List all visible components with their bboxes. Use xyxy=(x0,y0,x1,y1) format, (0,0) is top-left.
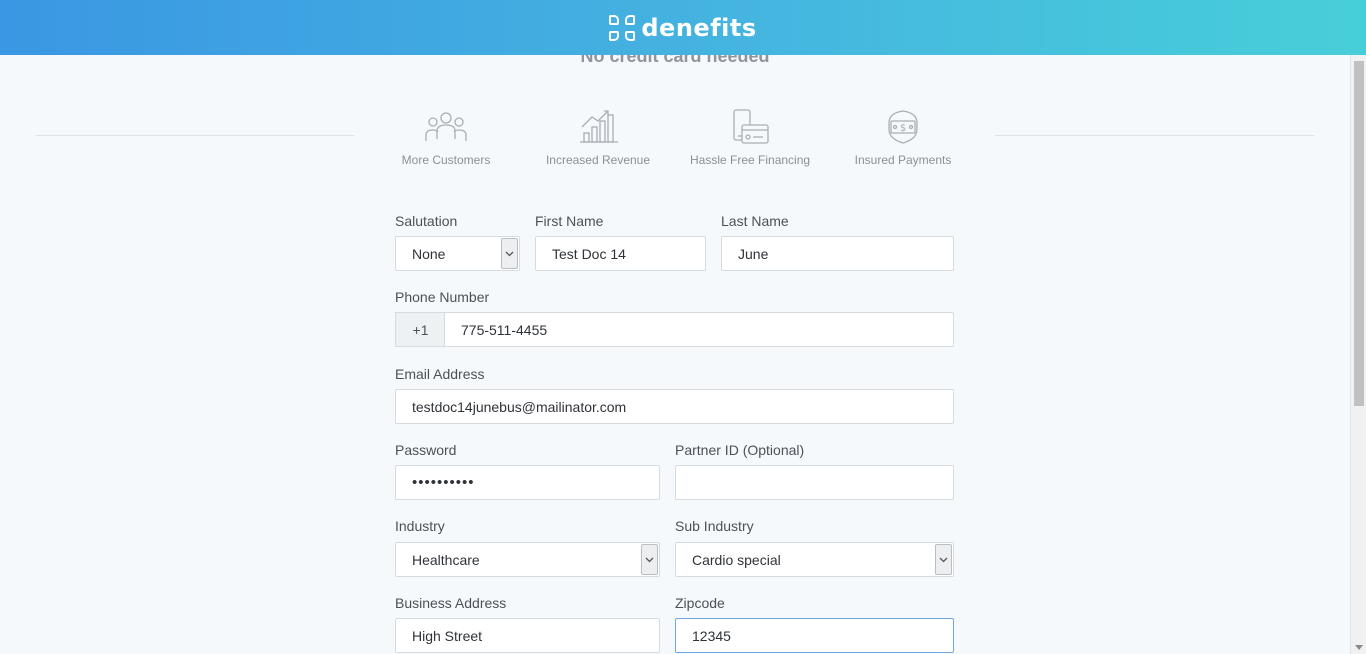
feature-label: More Customers xyxy=(401,153,491,167)
feature-label: Hassle Free Financing xyxy=(690,153,811,167)
feature-increased-revenue: Increased Revenue xyxy=(538,107,658,167)
signup-content: No credit card needed More Customers Inc… xyxy=(0,55,1350,654)
zipcode-field[interactable]: 12345 xyxy=(675,618,954,653)
business-address-label: Business Address xyxy=(395,595,507,611)
first-name-field[interactable]: Test Doc 14 xyxy=(535,236,706,271)
partner-id-label: Partner ID (Optional) xyxy=(675,442,805,458)
financing-card-icon xyxy=(690,107,810,145)
salutation-value: None xyxy=(412,245,446,262)
industry-label: Industry xyxy=(395,518,445,534)
business-address-value: High Street xyxy=(412,627,483,644)
email-value: testdoc14junebus@mailinator.com xyxy=(412,398,627,415)
feature-hassle-free-financing: Hassle Free Financing xyxy=(690,107,810,167)
phone-value: 775-511-4455 xyxy=(461,321,548,338)
feature-more-customers: More Customers xyxy=(386,107,506,167)
password-label: Password xyxy=(395,442,457,458)
zipcode-value: 12345 xyxy=(692,627,731,644)
password-field[interactable]: •••••••••• xyxy=(395,465,660,500)
phone-label: Phone Number xyxy=(395,289,490,305)
salutation-label: Salutation xyxy=(395,213,458,229)
industry-select[interactable]: Healthcare xyxy=(395,542,660,577)
logo-icon xyxy=(609,14,636,41)
svg-text:$: $ xyxy=(900,123,906,134)
sub-industry-label: Sub Industry xyxy=(675,518,754,534)
password-value: •••••••••• xyxy=(412,474,475,491)
industry-value: Healthcare xyxy=(412,551,480,568)
brand-name: denefits xyxy=(641,13,757,42)
salutation-select[interactable]: None xyxy=(395,236,520,271)
email-field[interactable]: testdoc14junebus@mailinator.com xyxy=(395,389,954,424)
partner-id-field[interactable] xyxy=(675,465,954,500)
phone-field[interactable]: 775-511-4455 xyxy=(444,312,954,347)
insured-payments-icon: $ xyxy=(843,107,963,145)
chevron-down-icon xyxy=(935,544,952,575)
customers-icon xyxy=(386,107,506,145)
last-name-value: June xyxy=(738,245,769,262)
first-name-label: First Name xyxy=(535,213,604,229)
chevron-down-icon xyxy=(501,238,518,269)
page-scrollbar[interactable] xyxy=(1350,55,1366,654)
revenue-chart-icon xyxy=(538,107,658,145)
scroll-down-arrow-icon[interactable] xyxy=(1355,645,1363,650)
feature-insured-payments: $ Insured Payments xyxy=(843,107,963,167)
business-address-field[interactable]: High Street xyxy=(395,618,660,653)
top-bar: denefits xyxy=(0,0,1366,55)
chevron-down-icon xyxy=(641,544,658,575)
sub-industry-value: Cardio special xyxy=(692,551,781,568)
first-name-value: Test Doc 14 xyxy=(552,245,626,262)
email-label: Email Address xyxy=(395,366,485,382)
sub-industry-select[interactable]: Cardio special xyxy=(675,542,954,577)
feature-label: Increased Revenue xyxy=(545,153,651,167)
divider-left xyxy=(36,135,354,136)
tagline: No credit card needed xyxy=(580,55,770,66)
feature-label: Insured Payments xyxy=(854,153,952,167)
last-name-label: Last Name xyxy=(721,213,789,229)
scrollbar-thumb[interactable] xyxy=(1354,61,1364,406)
zipcode-label: Zipcode xyxy=(675,595,725,611)
brand-logo[interactable]: denefits xyxy=(609,14,756,42)
divider-right xyxy=(995,135,1314,136)
last-name-field[interactable]: June xyxy=(721,236,954,271)
phone-country-code: +1 xyxy=(395,312,445,347)
